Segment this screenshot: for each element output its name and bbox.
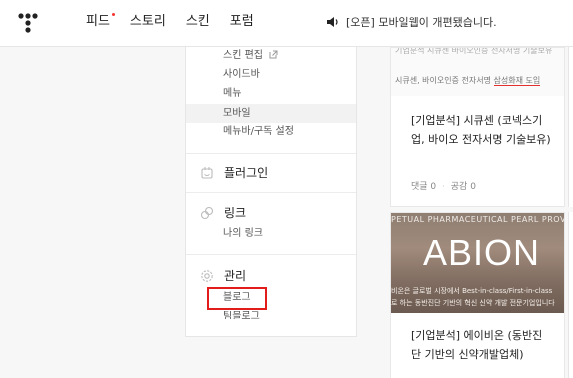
meta-separator: · [442, 182, 445, 192]
nav-skin-label: 스킨 [185, 14, 210, 29]
top-navigation-bar: 피드 스토리 스킨 포럼 [오픈] 모바일웹이 개편됐습니다. [0, 0, 573, 47]
menu-item-menubar-subscribe[interactable]: 메뉴바/구독 설정 [223, 125, 294, 139]
menu-item-skin-edit-label: 스킨 편집 [223, 50, 263, 61]
post-thumbnail: 기업분석 시큐센 바이오인증 전자서명 기술보유 시큐센, 바이오인증 전자서명… [391, 48, 564, 96]
abion-logo-text: ABION [423, 232, 541, 273]
gear-icon [201, 269, 213, 282]
menu-section-plugin[interactable]: 플러그인 [200, 164, 268, 181]
tistory-logo-icon[interactable] [17, 12, 39, 34]
menu-item-team-blog[interactable]: 팀블로그 [223, 311, 260, 319]
nav-skin[interactable]: 스킨 [186, 13, 210, 31]
notice-link[interactable]: [오픈] 모바일웹이 개편됐습니다. [326, 14, 497, 30]
comment-count: 댓글 0 [411, 182, 437, 192]
thumbnail-caption-top: 기업분석 시큐센 바이오인증 전자서명 기술보유 [395, 48, 553, 55]
nav-story-label: 스토리 [129, 14, 166, 29]
post-thumbnail-abion: PETUAL PHARMACEUTICAL PEARL PROV ABION 비… [391, 213, 564, 313]
plugin-label: 플러그인 [224, 166, 269, 180]
menu-divider [186, 153, 356, 154]
post-card-secucen[interactable]: 기업분석 시큐센 바이오인증 전자서명 기술보유 시큐센, 바이오인증 전자서명… [390, 47, 565, 207]
plugin-icon [201, 166, 213, 179]
menu-item-skin-edit[interactable]: 스킨 편집 [223, 49, 278, 63]
thumbnail-caption-line1: 비온은 글로벌 시장에서 Best-in-class/First-in-clas… [391, 287, 553, 295]
highlight-annotation-box [207, 287, 267, 310]
menu-section-link[interactable]: 링크 [200, 204, 246, 221]
thumbnail-caption-line2: 로 하는 동반진단 기반의 혁신 신약 개발 전문기업입니다 [391, 299, 555, 307]
adjacent-card-edge [568, 212, 573, 378]
menu-section-manage[interactable]: 관리 [200, 267, 246, 284]
link-icon [200, 206, 214, 219]
post-card-abion[interactable]: PETUAL PHARMACEUTICAL PEARL PROV ABION 비… [390, 212, 565, 378]
menu-divider [186, 254, 356, 255]
adjacent-card-edge [568, 47, 573, 207]
menu-item-menu[interactable]: 메뉴 [223, 87, 241, 101]
speaker-icon [327, 17, 338, 27]
nav-feed[interactable]: 피드 [86, 13, 115, 31]
menu-item-my-links[interactable]: 나의 링크 [223, 227, 263, 241]
thumbnail-caption: 시큐센, 바이오인증 전자서명 삼성화재 도입 [395, 75, 541, 86]
nav-feed-label: 피드 [86, 14, 110, 29]
thumbnail-caption-top: PETUAL PHARMACEUTICAL PEARL PROV [391, 215, 564, 224]
nav-forum-label: 포럼 [229, 14, 254, 29]
thumbnail-caption-highlight: 삼성화재 도입 [493, 76, 541, 86]
notice-text: [오픈] 모바일웹이 개편됐습니다. [346, 16, 497, 29]
thumbnail-caption-text: 시큐센, 바이오인증 전자서명 [395, 76, 494, 85]
manage-label: 관리 [224, 269, 247, 283]
menu-divider [186, 192, 356, 193]
menu-item-sidebar[interactable]: 사이드바 [223, 68, 260, 82]
nav-forum[interactable]: 포럼 [230, 13, 254, 31]
new-dot-badge [111, 13, 115, 16]
nav-story[interactable]: 스토리 [130, 13, 166, 31]
link-label: 링크 [224, 206, 247, 220]
post-title[interactable]: [기업분석] 에이비온 (동반진단 기반의 신약개발업체) [411, 326, 551, 364]
menu-item-mobile[interactable]: 모바일 [186, 104, 356, 123]
post-meta: 댓글 0 · 공감 0 [411, 179, 476, 192]
post-title[interactable]: [기업분석] 시큐센 (코넥스기업, 바이오 전자서명 기술보유) [411, 111, 551, 149]
main-nav: 피드 스토리 스킨 포럼 [86, 13, 274, 31]
external-link-icon [269, 50, 278, 59]
like-count: 공감 0 [450, 182, 476, 192]
